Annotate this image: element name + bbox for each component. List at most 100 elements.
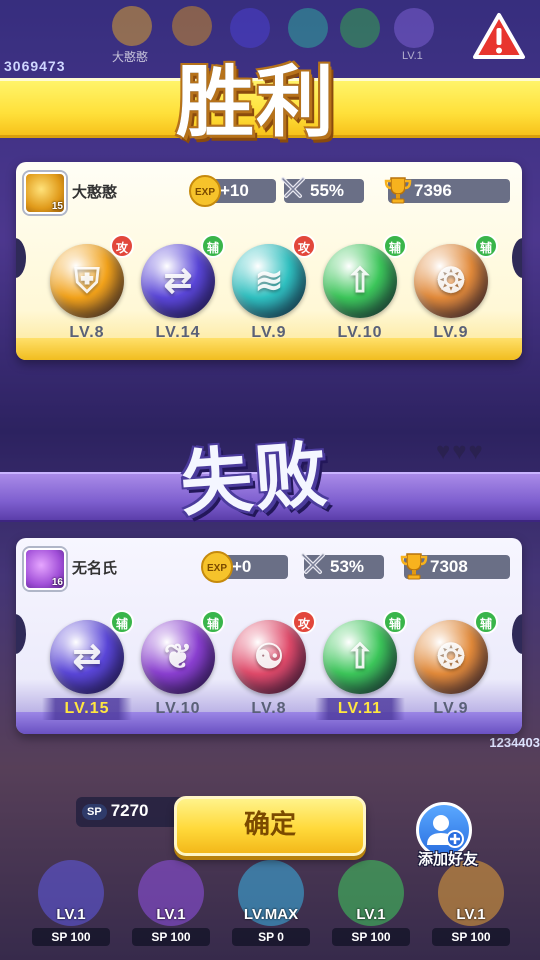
hero-level: LV.9 xyxy=(251,324,287,341)
trophy-value: 7308 xyxy=(430,557,468,576)
hero-role-badge: 辅 xyxy=(383,610,407,634)
background-slot-level: LV.1 xyxy=(156,906,186,923)
up-arrow-icon: ⇧ xyxy=(345,262,375,300)
sp-value: 7270 xyxy=(110,801,149,820)
background-slot-level: LV.1 xyxy=(356,906,386,923)
swirl-icon: ☯ xyxy=(253,638,285,676)
hero-level: LV.8 xyxy=(251,700,287,717)
leaf-icon: ❦ xyxy=(163,638,193,676)
tornado-icon: ≋ xyxy=(254,262,284,300)
hero-level: LV.15 xyxy=(42,698,132,720)
background-slot: LV.1 SP 100 xyxy=(28,850,114,960)
avatar[interactable]: 15 xyxy=(24,172,66,214)
player-name: 大憨憨 xyxy=(72,184,118,201)
hero-role-badge: 辅 xyxy=(474,234,498,258)
avatar-level: 15 xyxy=(51,201,63,212)
hero-slot[interactable]: ⇄ 辅 LV.14 xyxy=(137,234,225,350)
swap-arrows-icon: ⇄ xyxy=(72,638,102,676)
background-slot-level: LV.MAX xyxy=(243,906,299,923)
clone-figures-icon: ❂ xyxy=(436,262,466,300)
confirm-button[interactable]: 确定 xyxy=(174,796,366,856)
hero-slot[interactable]: ≋ 攻 LV.9 xyxy=(228,234,316,350)
hero-level: LV.9 xyxy=(433,700,469,717)
background-slot-sp: SP 100 xyxy=(132,928,210,946)
trophy-icon xyxy=(384,177,412,204)
background-slot: LV.1 SP 100 xyxy=(328,850,414,960)
hero-slot[interactable]: ⇧ 辅 LV.10 xyxy=(319,234,407,350)
background-ball xyxy=(394,8,434,48)
win-rate: 55% xyxy=(281,177,364,203)
win-rate: 53% xyxy=(301,553,384,579)
background-slot-sp: SP 100 xyxy=(32,928,110,946)
winner-hero-list: ⛨ 攻 LV.8 ⇄ 辅 LV.14 ≋ 攻 LV.9 ⇧ 辅 LV.10 ❂ 辅 LV.9 xyxy=(46,234,506,350)
svg-text:EXP: EXP xyxy=(195,187,215,198)
background-slot-sp: SP 100 xyxy=(332,928,410,946)
hero-level: LV.10 xyxy=(155,700,201,717)
hero-slot[interactable]: ❦ 辅 LV.10 xyxy=(137,610,225,726)
exp-icon: EXP xyxy=(189,175,221,207)
background-ball xyxy=(340,8,380,48)
exp-value: +0 xyxy=(232,557,252,576)
exp-gain: EXP +0 xyxy=(201,551,288,583)
add-friend-label: 添加好友 xyxy=(417,851,478,868)
hero-level: LV.14 xyxy=(155,324,201,341)
winner-card: 15 大憨憨 EXP +10 55% 7396 ⛨ 攻 LV.8 ⇄ 辅 LV.14 ≋ 攻 L… xyxy=(16,162,522,360)
background-ball xyxy=(112,6,152,46)
loser-card: 16 无名氏 EXP +0 53% 7308 ⇄ 辅 LV.15 ❦ 辅 LV.10 ☯ 攻 L… xyxy=(16,538,522,734)
hero-level: LV.11 xyxy=(315,698,405,720)
trophy-value: 7396 xyxy=(414,181,452,200)
avatar-level: 16 xyxy=(51,577,63,588)
hero-level: LV.8 xyxy=(69,324,105,341)
hero-role-badge: 辅 xyxy=(474,610,498,634)
player-name: 无名氏 xyxy=(72,560,118,577)
clone-figures-icon: ❂ xyxy=(436,638,466,676)
hero-slot[interactable]: ⛨ 攻 LV.8 xyxy=(46,234,134,350)
up-arrow-icon: ⇧ xyxy=(345,638,375,676)
background-hearts-icon: ♥♥♥ xyxy=(436,438,485,465)
hero-role-badge: 攻 xyxy=(292,610,316,634)
background-slot: LV.1 SP 100 xyxy=(128,850,214,960)
win-rate-value: 53% xyxy=(330,557,365,576)
background-slot-sp: SP 0 xyxy=(232,928,310,946)
hero-role-badge: 辅 xyxy=(201,610,225,634)
exp-icon: EXP xyxy=(201,551,233,583)
hero-slot[interactable]: ⇧ 辅 LV.11 xyxy=(315,610,407,726)
hero-role-badge: 攻 xyxy=(292,234,316,258)
exp-gain: EXP +10 xyxy=(189,175,276,207)
background-slot-sp: SP 100 xyxy=(432,928,510,946)
background-slot: LV.MAX SP 0 xyxy=(228,850,314,960)
svg-text:EXP: EXP xyxy=(207,563,227,574)
hero-role-badge: 辅 xyxy=(110,610,134,634)
exp-value: +10 xyxy=(220,181,249,200)
trophy-count: 7396 xyxy=(384,177,510,204)
background-level: LV.1 xyxy=(402,50,423,62)
hero-slot[interactable]: ⇄ 辅 LV.15 xyxy=(42,610,134,726)
sp-badge: SP xyxy=(82,803,107,820)
background-score-right: 1234403 xyxy=(489,735,540,750)
hero-role-badge: 攻 xyxy=(110,234,134,258)
victory-title: 胜利 xyxy=(176,58,337,148)
hero-slot[interactable]: ❂ 辅 LV.9 xyxy=(410,234,498,350)
background-slot-level: LV.1 xyxy=(56,906,86,923)
hero-slot[interactable]: ☯ 攻 LV.8 xyxy=(228,610,316,726)
add-friend-button[interactable]: 添加好友 xyxy=(408,800,488,870)
avatar[interactable]: 16 xyxy=(24,548,66,590)
report-warning-button[interactable] xyxy=(472,12,526,62)
warning-triangle-icon xyxy=(473,13,525,59)
swap-arrows-icon: ⇄ xyxy=(163,262,193,300)
loser-hero-list: ⇄ 辅 LV.15 ❦ 辅 LV.10 ☯ 攻 LV.8 ⇧ 辅 LV.11 ❂ 辅 LV.9 xyxy=(42,610,506,726)
background-slot-level: LV.1 xyxy=(456,906,486,923)
hero-role-badge: 辅 xyxy=(201,234,225,258)
crossed-swords-icon xyxy=(281,177,305,198)
card-notch xyxy=(512,238,522,278)
win-rate-value: 55% xyxy=(310,181,345,200)
card-notch xyxy=(16,238,26,278)
hero-slot[interactable]: ❂ 辅 LV.9 xyxy=(410,610,498,726)
defeat-title: 失败 xyxy=(177,431,332,527)
card-notch xyxy=(512,614,522,654)
hero-role-badge: 辅 xyxy=(383,234,407,258)
background-score: 3069473 xyxy=(4,58,66,74)
trophy-icon xyxy=(400,553,428,580)
knight-helmet-icon: ⛨ xyxy=(74,261,100,300)
hero-level: LV.10 xyxy=(337,324,383,341)
